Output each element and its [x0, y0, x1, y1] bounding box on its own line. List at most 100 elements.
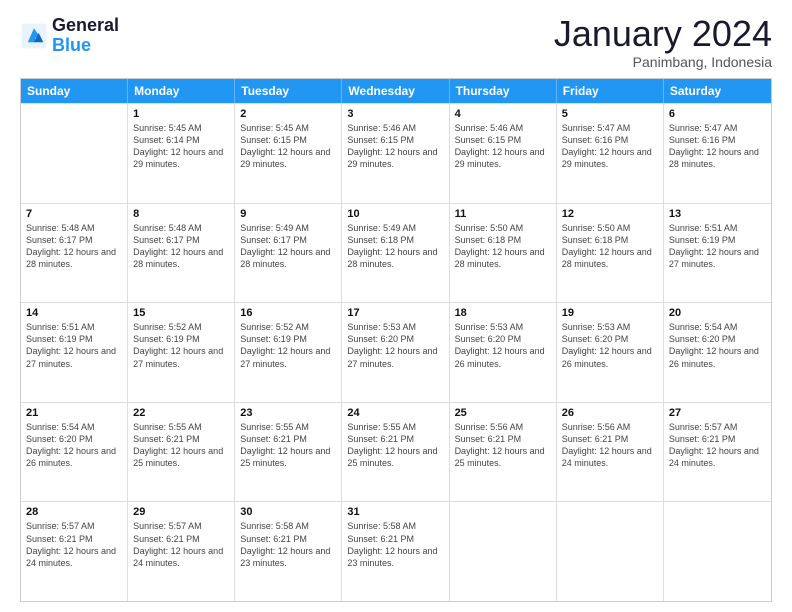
calendar-row-3: 21 Sunrise: 5:54 AM Sunset: 6:20 PM Dayli… — [21, 402, 771, 502]
day-info: Sunrise: 5:47 AM Sunset: 6:16 PM Dayligh… — [562, 122, 658, 171]
day-number: 4 — [455, 108, 551, 120]
calendar: SundayMondayTuesdayWednesdayThursdayFrid… — [20, 78, 772, 602]
calendar-cell: 25Sunrise: 5:56 AM Sunset: 6:21 PM Dayli… — [450, 403, 557, 502]
day-info: Sunrise: 5:55 AM Sunset: 6:21 PM Dayligh… — [240, 421, 336, 470]
logo-icon — [20, 22, 48, 50]
logo-line2: Blue — [52, 36, 119, 56]
calendar-cell: 5 Sunrise: 5:47 AM Sunset: 6:16 PM Daylig… — [557, 104, 664, 203]
day-number: 18 — [455, 307, 551, 319]
calendar-cell: 20Sunrise: 5:54 AM Sunset: 6:20 PM Dayli… — [664, 303, 771, 402]
day-info: Sunrise: 5:51 AM Sunset: 6:19 PM Dayligh… — [669, 222, 766, 271]
day-info: Sunrise: 5:57 AM Sunset: 6:21 PM Dayligh… — [669, 421, 766, 470]
day-info: Sunrise: 5:54 AM Sunset: 6:20 PM Dayligh… — [26, 421, 122, 470]
calendar-cell: 22Sunrise: 5:55 AM Sunset: 6:21 PM Dayli… — [128, 403, 235, 502]
day-number: 24 — [347, 407, 443, 419]
header-day-friday: Friday — [557, 79, 664, 103]
day-info: Sunrise: 5:52 AM Sunset: 6:19 PM Dayligh… — [133, 321, 229, 370]
calendar-cell: 9 Sunrise: 5:49 AM Sunset: 6:17 PM Daylig… — [235, 204, 342, 303]
day-info: Sunrise: 5:48 AM Sunset: 6:17 PM Dayligh… — [133, 222, 229, 271]
calendar-cell: 2 Sunrise: 5:45 AM Sunset: 6:15 PM Daylig… — [235, 104, 342, 203]
calendar-cell: 17Sunrise: 5:53 AM Sunset: 6:20 PM Dayli… — [342, 303, 449, 402]
day-number: 26 — [562, 407, 658, 419]
day-info: Sunrise: 5:52 AM Sunset: 6:19 PM Dayligh… — [240, 321, 336, 370]
calendar-cell — [664, 502, 771, 601]
calendar-cell: 8 Sunrise: 5:48 AM Sunset: 6:17 PM Daylig… — [128, 204, 235, 303]
calendar-cell: 13Sunrise: 5:51 AM Sunset: 6:19 PM Dayli… — [664, 204, 771, 303]
page: General Blue January 2024 Panimbang, Ind… — [0, 0, 792, 612]
calendar-row-1: 7 Sunrise: 5:48 AM Sunset: 6:17 PM Daylig… — [21, 203, 771, 303]
calendar-cell: 4 Sunrise: 5:46 AM Sunset: 6:15 PM Daylig… — [450, 104, 557, 203]
calendar-cell: 10 Sunrise: 5:49 AM Sunset: 6:18 PM Dayli… — [342, 204, 449, 303]
calendar-cell: 24 Sunrise: 5:55 AM Sunset: 6:21 PM Dayli… — [342, 403, 449, 502]
day-number: 22 — [133, 407, 229, 419]
calendar-row-2: 14 Sunrise: 5:51 AM Sunset: 6:19 PM Dayli… — [21, 302, 771, 402]
calendar-header: SundayMondayTuesdayWednesdayThursdayFrid… — [21, 79, 771, 103]
calendar-body: 1Sunrise: 5:45 AM Sunset: 6:14 PM Daylig… — [21, 103, 771, 601]
header-day-monday: Monday — [128, 79, 235, 103]
day-info: Sunrise: 5:55 AM Sunset: 6:21 PM Dayligh… — [347, 421, 443, 470]
calendar-cell: 16 Sunrise: 5:52 AM Sunset: 6:19 PM Dayli… — [235, 303, 342, 402]
calendar-cell: 11 Sunrise: 5:50 AM Sunset: 6:18 PM Dayli… — [450, 204, 557, 303]
day-number: 19 — [562, 307, 658, 319]
calendar-cell: 6Sunrise: 5:47 AM Sunset: 6:16 PM Daylig… — [664, 104, 771, 203]
day-number: 15 — [133, 307, 229, 319]
day-info: Sunrise: 5:45 AM Sunset: 6:15 PM Dayligh… — [240, 122, 336, 171]
calendar-cell: 15 Sunrise: 5:52 AM Sunset: 6:19 PM Dayli… — [128, 303, 235, 402]
day-info: Sunrise: 5:53 AM Sunset: 6:20 PM Dayligh… — [562, 321, 658, 370]
calendar-row-0: 1Sunrise: 5:45 AM Sunset: 6:14 PM Daylig… — [21, 103, 771, 203]
calendar-row-4: 28 Sunrise: 5:57 AM Sunset: 6:21 PM Dayli… — [21, 501, 771, 601]
day-number: 3 — [347, 108, 443, 120]
day-number: 25 — [455, 407, 551, 419]
day-number: 2 — [240, 108, 336, 120]
day-number: 12 — [562, 208, 658, 220]
day-info: Sunrise: 5:47 AM Sunset: 6:16 PM Dayligh… — [669, 122, 766, 171]
day-info: Sunrise: 5:49 AM Sunset: 6:18 PM Dayligh… — [347, 222, 443, 271]
day-number: 5 — [562, 108, 658, 120]
day-info: Sunrise: 5:46 AM Sunset: 6:15 PM Dayligh… — [455, 122, 551, 171]
calendar-cell — [450, 502, 557, 601]
day-number: 9 — [240, 208, 336, 220]
day-number: 28 — [26, 506, 122, 518]
day-info: Sunrise: 5:49 AM Sunset: 6:17 PM Dayligh… — [240, 222, 336, 271]
calendar-cell: 7 Sunrise: 5:48 AM Sunset: 6:17 PM Daylig… — [21, 204, 128, 303]
day-info: Sunrise: 5:51 AM Sunset: 6:19 PM Dayligh… — [26, 321, 122, 370]
day-number: 30 — [240, 506, 336, 518]
calendar-cell: 27 Sunrise: 5:57 AM Sunset: 6:21 PM Dayli… — [664, 403, 771, 502]
day-info: Sunrise: 5:56 AM Sunset: 6:21 PM Dayligh… — [562, 421, 658, 470]
day-number: 14 — [26, 307, 122, 319]
logo-text: General Blue — [52, 16, 119, 56]
day-number: 16 — [240, 307, 336, 319]
logo-line1: General — [52, 16, 119, 36]
day-info: Sunrise: 5:48 AM Sunset: 6:17 PM Dayligh… — [26, 222, 122, 271]
day-info: Sunrise: 5:54 AM Sunset: 6:20 PM Dayligh… — [669, 321, 766, 370]
day-info: Sunrise: 5:57 AM Sunset: 6:21 PM Dayligh… — [133, 520, 229, 569]
day-number: 1 — [133, 108, 229, 120]
main-title: January 2024 — [554, 16, 772, 52]
day-number: 10 — [347, 208, 443, 220]
title-block: January 2024 Panimbang, Indonesia — [554, 16, 772, 70]
header: General Blue January 2024 Panimbang, Ind… — [20, 16, 772, 70]
logo: General Blue — [20, 16, 119, 56]
day-number: 11 — [455, 208, 551, 220]
header-day-saturday: Saturday — [664, 79, 771, 103]
calendar-cell: 23 Sunrise: 5:55 AM Sunset: 6:21 PM Dayli… — [235, 403, 342, 502]
day-info: Sunrise: 5:50 AM Sunset: 6:18 PM Dayligh… — [455, 222, 551, 271]
calendar-cell: 12Sunrise: 5:50 AM Sunset: 6:18 PM Dayli… — [557, 204, 664, 303]
day-info: Sunrise: 5:58 AM Sunset: 6:21 PM Dayligh… — [347, 520, 443, 569]
calendar-cell — [557, 502, 664, 601]
day-number: 27 — [669, 407, 766, 419]
day-number: 21 — [26, 407, 122, 419]
day-number: 7 — [26, 208, 122, 220]
day-info: Sunrise: 5:58 AM Sunset: 6:21 PM Dayligh… — [240, 520, 336, 569]
calendar-cell: 29Sunrise: 5:57 AM Sunset: 6:21 PM Dayli… — [128, 502, 235, 601]
day-number: 8 — [133, 208, 229, 220]
day-number: 17 — [347, 307, 443, 319]
calendar-cell: 21 Sunrise: 5:54 AM Sunset: 6:20 PM Dayli… — [21, 403, 128, 502]
calendar-cell: 18Sunrise: 5:53 AM Sunset: 6:20 PM Dayli… — [450, 303, 557, 402]
day-number: 31 — [347, 506, 443, 518]
day-info: Sunrise: 5:46 AM Sunset: 6:15 PM Dayligh… — [347, 122, 443, 171]
calendar-cell — [21, 104, 128, 203]
calendar-cell: 28Sunrise: 5:57 AM Sunset: 6:21 PM Dayli… — [21, 502, 128, 601]
day-number: 23 — [240, 407, 336, 419]
header-day-sunday: Sunday — [21, 79, 128, 103]
